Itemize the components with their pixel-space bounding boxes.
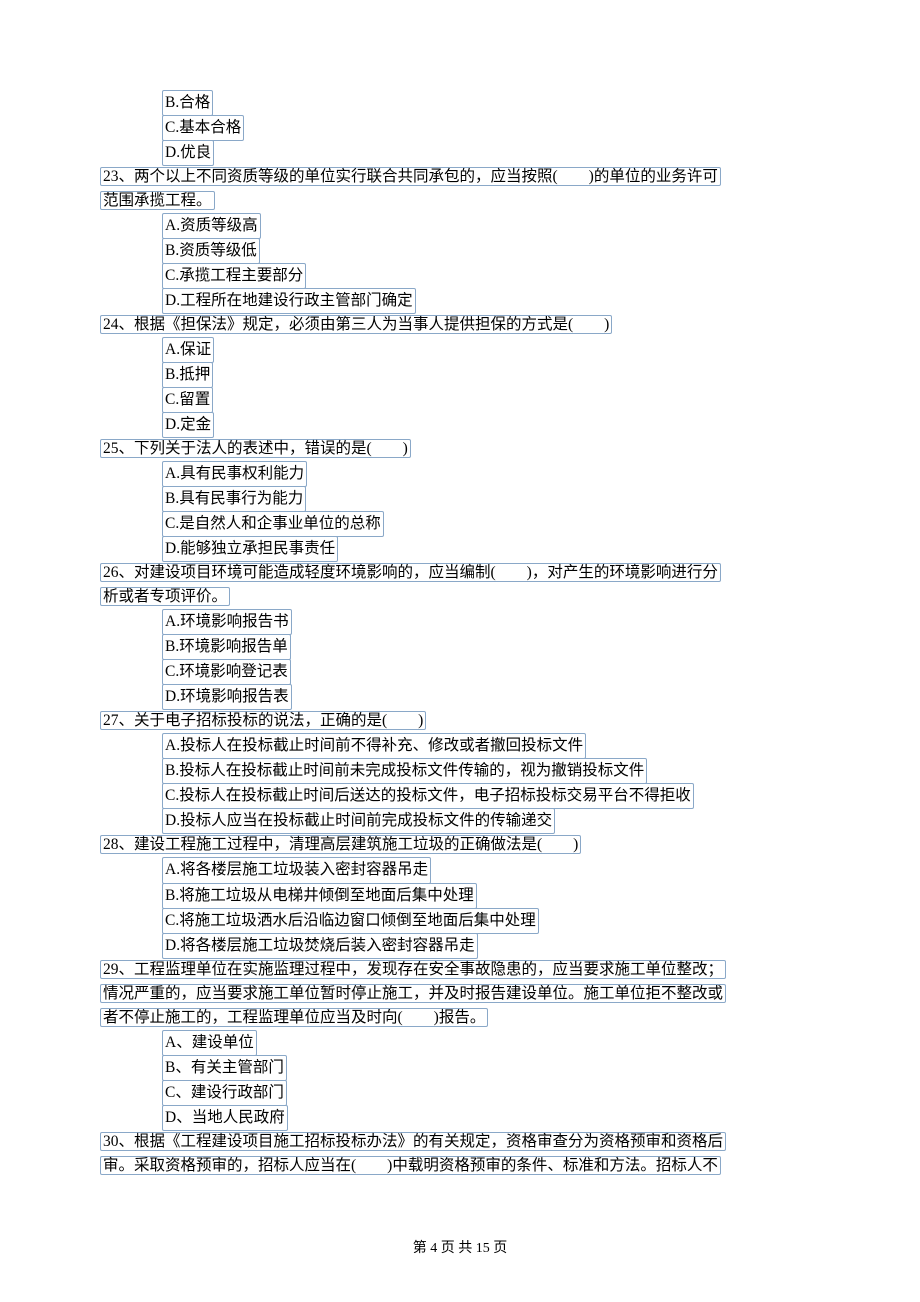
option-c: C.将施工垃圾洒水后沿临边窗口倾倒至地面后集中处理 xyxy=(162,908,539,934)
question-27-options: A.投标人在投标截止时间前不得补充、修改或者撤回投标文件 B.投标人在投标截止时… xyxy=(100,733,820,833)
option-c: C.留置 xyxy=(162,387,213,413)
option-a: A、建设单位 xyxy=(162,1030,257,1056)
question-25-options: A.具有民事权利能力 B.具有民事行为能力 C.是自然人和企事业单位的总称 D.… xyxy=(100,461,820,561)
option-b: B.资质等级低 xyxy=(162,238,260,264)
question-29-stem-line1: 29、工程监理单位在实施监理过程中，发现存在安全事故隐患的，应当要求施工单位整改… xyxy=(100,960,726,979)
option-a: A.保证 xyxy=(162,337,214,363)
page-footer: 第 4 页 共 15 页 xyxy=(0,1238,920,1260)
option-d: D.工程所在地建设行政主管部门确定 xyxy=(162,288,416,314)
document-page: B.合格 C.基本合格 D.优良 23、两个以上不同资质等级的单位实行联合共同承… xyxy=(0,0,920,1302)
option-d: D.优良 xyxy=(162,140,214,166)
question-24-stem: 24、根据《担保法》规定，必须由第三人为当事人提供担保的方式是( ) xyxy=(100,315,612,334)
question-30-stem-line1: 30、根据《工程建设项目施工招标投标办法》的有关规定，资格审查分为资格预审和资格… xyxy=(100,1132,726,1151)
question-28-options: A.将各楼层施工垃圾装入密封容器吊走 B.将施工垃圾从电梯井倾倒至地面后集中处理… xyxy=(100,857,820,957)
option-c: C.投标人在投标截止时间后送达的投标文件，电子招标投标交易平台不得拒收 xyxy=(162,783,694,809)
question-29-stem-line3: 者不停止施工的，工程监理单位应当及时向( )报告。 xyxy=(100,1008,488,1027)
option-c: C.是自然人和企事业单位的总称 xyxy=(162,511,384,537)
option-d: D.将各楼层施工垃圾焚烧后装入密封容器吊走 xyxy=(162,933,478,959)
option-a: A.将各楼层施工垃圾装入密封容器吊走 xyxy=(162,857,431,883)
question-26-options: A.环境影响报告书 B.环境影响报告单 C.环境影响登记表 D.环境影响报告表 xyxy=(100,609,820,709)
option-c: C.承揽工程主要部分 xyxy=(162,263,306,289)
question-27: 27、关于电子招标投标的说法，正确的是( ) xyxy=(100,709,820,733)
option-c: C.基本合格 xyxy=(162,115,244,141)
question-28-stem: 28、建设工程施工过程中，清理高层建筑施工垃圾的正确做法是( ) xyxy=(100,835,581,854)
option-b: B.环境影响报告单 xyxy=(162,634,291,660)
option-b: B.合格 xyxy=(162,90,213,116)
option-c: C、建设行政部门 xyxy=(162,1080,287,1106)
orphan-options-block: B.合格 C.基本合格 D.优良 xyxy=(100,90,820,165)
question-23-stem-line2: 范围承揽工程。 xyxy=(100,191,215,210)
question-28: 28、建设工程施工过程中，清理高层建筑施工垃圾的正确做法是( ) xyxy=(100,833,820,857)
option-a: A.投标人在投标截止时间前不得补充、修改或者撤回投标文件 xyxy=(162,733,586,759)
question-25: 25、下列关于法人的表述中，错误的是( ) xyxy=(100,437,820,461)
option-b: B.将施工垃圾从电梯井倾倒至地面后集中处理 xyxy=(162,883,477,909)
option-d: D、当地人民政府 xyxy=(162,1105,288,1131)
question-24: 24、根据《担保法》规定，必须由第三人为当事人提供担保的方式是( ) xyxy=(100,313,820,337)
question-27-stem: 27、关于电子招标投标的说法，正确的是( ) xyxy=(100,711,426,730)
option-b: B、有关主管部门 xyxy=(162,1055,287,1081)
option-b: B.具有民事行为能力 xyxy=(162,486,306,512)
question-30: 30、根据《工程建设项目施工招标投标办法》的有关规定，资格审查分为资格预审和资格… xyxy=(100,1130,820,1178)
question-26: 26、对建设项目环境可能造成轻度环境影响的，应当编制( )，对产生的环境影响进行… xyxy=(100,561,820,609)
option-d: D.投标人应当在投标截止时间前完成投标文件的传输递交 xyxy=(162,808,555,834)
question-23-options: A.资质等级高 B.资质等级低 C.承揽工程主要部分 D.工程所在地建设行政主管… xyxy=(100,213,820,313)
question-25-stem: 25、下列关于法人的表述中，错误的是( ) xyxy=(100,439,411,458)
option-d: D.环境影响报告表 xyxy=(162,684,292,710)
question-29-stem-line2: 情况严重的，应当要求施工单位暂时停止施工，并及时报告建设单位。施工单位拒不整改或 xyxy=(100,984,726,1003)
option-d: D.定金 xyxy=(162,412,214,438)
question-29-options: A、建设单位 B、有关主管部门 C、建设行政部门 D、当地人民政府 xyxy=(100,1030,820,1130)
question-30-stem-line2: 审。采取资格预审的，招标人应当在( )中载明资格预审的条件、标准和方法。招标人不 xyxy=(100,1156,721,1175)
option-a: A.资质等级高 xyxy=(162,213,261,239)
option-b: B.抵押 xyxy=(162,362,213,388)
question-26-stem-line1: 26、对建设项目环境可能造成轻度环境影响的，应当编制( )，对产生的环境影响进行… xyxy=(100,563,721,582)
question-29: 29、工程监理单位在实施监理过程中，发现存在安全事故隐患的，应当要求施工单位整改… xyxy=(100,958,820,1030)
option-a: A.具有民事权利能力 xyxy=(162,461,307,487)
question-24-options: A.保证 B.抵押 C.留置 D.定金 xyxy=(100,337,820,437)
question-23: 23、两个以上不同资质等级的单位实行联合共同承包的，应当按照( )的单位的业务许… xyxy=(100,165,820,213)
option-a: A.环境影响报告书 xyxy=(162,609,292,635)
option-b: B.投标人在投标截止时间前未完成投标文件传输的，视为撤销投标文件 xyxy=(162,758,647,784)
option-d: D.能够独立承担民事责任 xyxy=(162,536,338,562)
question-26-stem-line2: 析或者专项评价。 xyxy=(100,587,230,606)
question-23-stem-line1: 23、两个以上不同资质等级的单位实行联合共同承包的，应当按照( )的单位的业务许… xyxy=(100,167,721,186)
option-c: C.环境影响登记表 xyxy=(162,659,291,685)
